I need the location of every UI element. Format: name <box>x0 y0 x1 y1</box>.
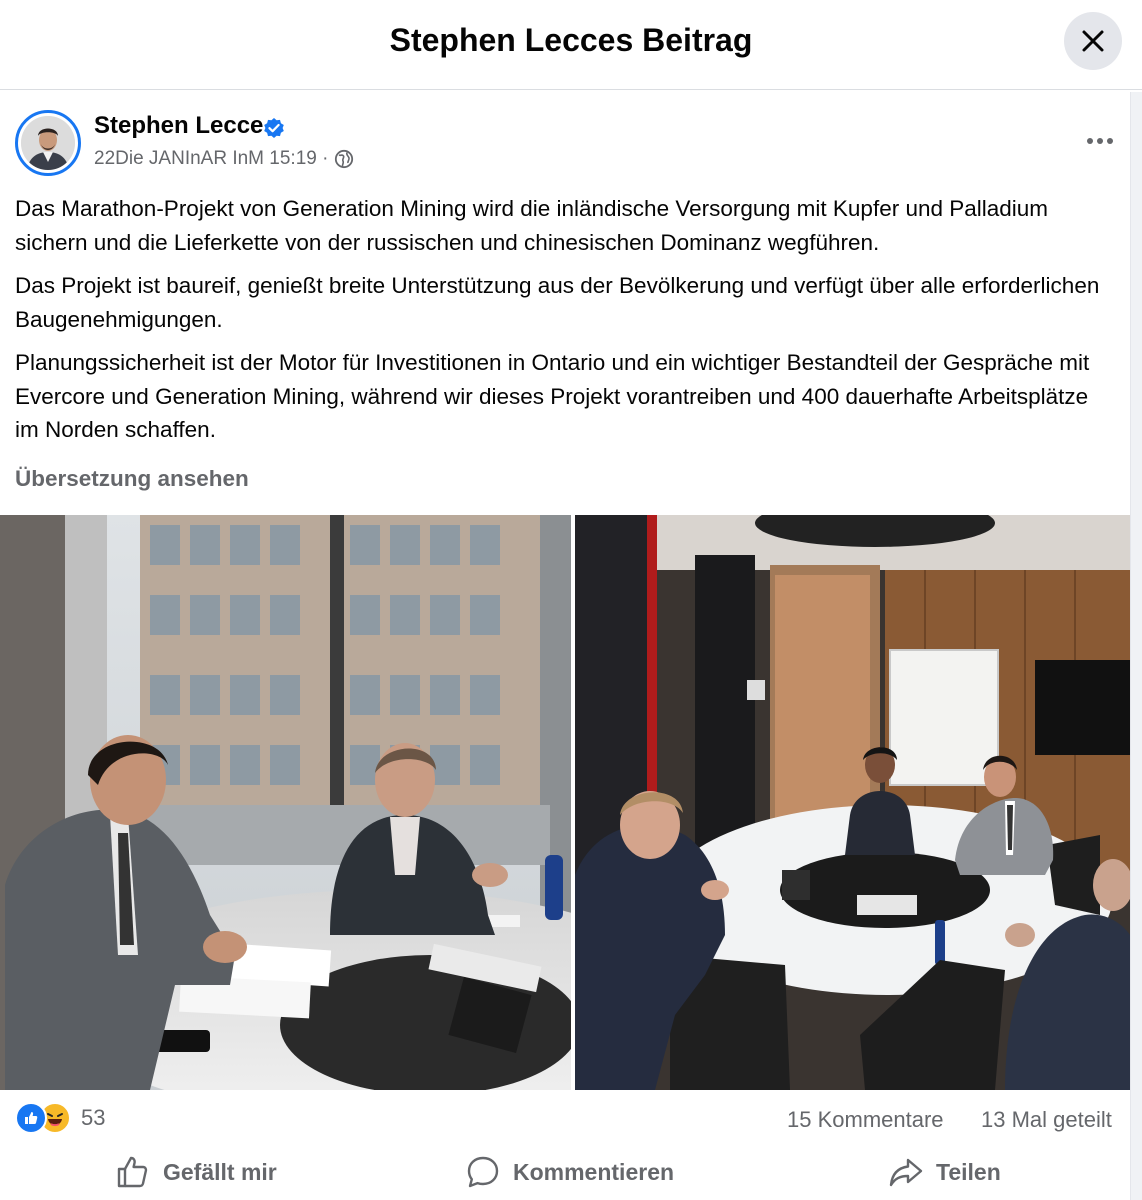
like-reaction-icon <box>15 1102 47 1134</box>
post-timestamp[interactable]: 22Die JANInAR InM 15:19 · <box>94 148 328 170</box>
share-button-label: Teilen <box>936 1158 1001 1185</box>
share-arrow-icon <box>889 1158 923 1187</box>
see-translation-link[interactable]: Übersetzung ansehen <box>15 466 249 492</box>
comments-count-link[interactable]: 15 Kommentare <box>787 1107 944 1133</box>
author-avatar[interactable] <box>15 110 81 176</box>
reaction-count: 53 <box>81 1105 106 1130</box>
verified-badge-icon <box>264 118 284 138</box>
shares-count-link[interactable]: 13 Mal geteilt <box>981 1107 1112 1133</box>
post-paragraph: Das Marathon-Projekt von Generation Mini… <box>15 196 1049 255</box>
post-photo-1[interactable] <box>0 515 571 1090</box>
dialog-header: Stephen Lecces Beitrag <box>0 0 1142 90</box>
globe-icon[interactable] <box>334 149 354 169</box>
share-button[interactable]: Teilen <box>888 1152 1001 1192</box>
scrollbar[interactable] <box>1130 92 1142 1200</box>
author-name[interactable]: Stephen Lecce <box>94 112 263 140</box>
thumbs-up-icon <box>117 1156 148 1188</box>
post-body: Das Marathon-Projekt von Generation Mini… <box>15 192 1115 457</box>
comment-bubble-icon <box>467 1156 499 1188</box>
like-button-label: Gefällt mir <box>163 1158 277 1185</box>
close-button[interactable] <box>1064 12 1122 70</box>
post-paragraph: Das Projekt ist baureif, genießt breite … <box>15 273 1100 332</box>
more-options-button[interactable] <box>1080 126 1120 156</box>
dialog-title: Stephen Lecces Beitrag <box>389 22 753 58</box>
reaction-summary[interactable]: 53 <box>15 1102 105 1134</box>
more-options-icon <box>1087 138 1093 144</box>
close-icon <box>1082 30 1104 52</box>
comment-button[interactable]: Kommentieren <box>465 1152 674 1192</box>
post-paragraph: Planungssicherheit ist der Motor für Inv… <box>15 350 1090 442</box>
post-meta: 22Die JANInAR InM 15:19 · <box>94 148 354 170</box>
comment-button-label: Kommentieren <box>513 1158 675 1185</box>
like-button[interactable]: Gefällt mir <box>115 1152 277 1192</box>
post-photo-2[interactable] <box>575 515 1130 1090</box>
